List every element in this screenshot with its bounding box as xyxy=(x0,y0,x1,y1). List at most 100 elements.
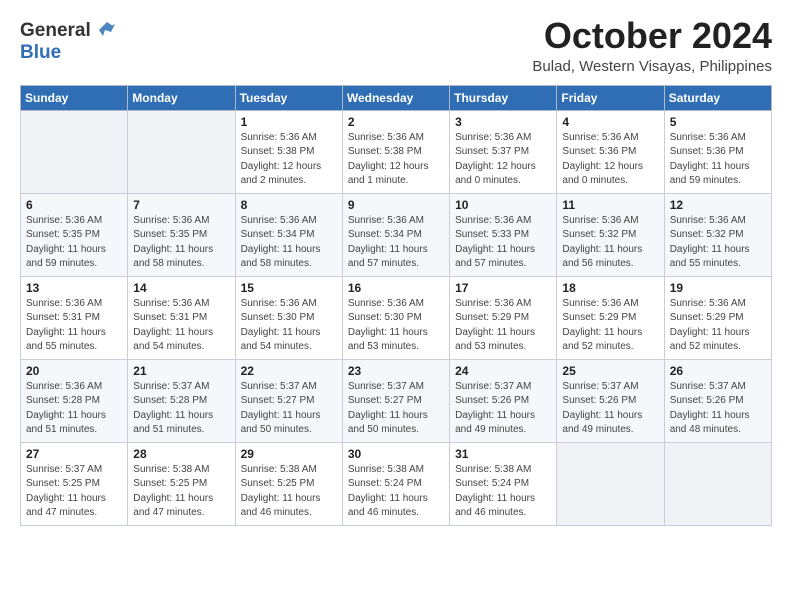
day-number: 24 xyxy=(455,364,551,378)
day-number: 20 xyxy=(26,364,122,378)
calendar-cell: 24 Sunrise: 5:37 AMSunset: 5:26 PMDayligh… xyxy=(450,359,557,442)
calendar-cell: 22 Sunrise: 5:37 AMSunset: 5:27 PMDayligh… xyxy=(235,359,342,442)
calendar-cell: 9Sunrise: 5:36 AMSunset: 5:34 PMDaylight… xyxy=(342,193,449,276)
calendar-week-row: 20Sunrise: 5:36 AMSunset: 5:28 PMDayligh… xyxy=(21,359,772,442)
day-number: 29 xyxy=(241,447,337,461)
cell-sun-info: Sunrise: 5:38 AMSunset: 5:25 PMDaylight:… xyxy=(241,463,337,521)
cell-sun-info: Sunrise: 5:36 AMSunset: 5:31 PMDaylight:… xyxy=(133,297,229,355)
calendar-cell: 1 Sunrise: 5:36 AMSunset: 5:38 PMDaylight… xyxy=(235,110,342,193)
weekday-header-monday: Monday xyxy=(128,85,235,110)
location-subtitle: Bulad, Western Visayas, Philippines xyxy=(532,58,772,75)
calendar-cell: 17 Sunrise: 5:36 AMSunset: 5:29 PMDayligh… xyxy=(450,276,557,359)
calendar-cell: 13Sunrise: 5:36 AMSunset: 5:31 PMDayligh… xyxy=(21,276,128,359)
day-number: 5 xyxy=(670,115,766,129)
calendar-cell: 10 Sunrise: 5:36 AMSunset: 5:33 PMDayligh… xyxy=(450,193,557,276)
cell-sun-info: Sunrise: 5:36 AMSunset: 5:33 PMDaylight:… xyxy=(455,214,551,272)
day-number: 15 xyxy=(241,281,337,295)
day-number: 11 xyxy=(562,198,658,212)
weekday-header-tuesday: Tuesday xyxy=(235,85,342,110)
calendar-cell: 12 Sunrise: 5:36 AMSunset: 5:32 PMDayligh… xyxy=(664,193,771,276)
weekday-header-wednesday: Wednesday xyxy=(342,85,449,110)
day-number: 16 xyxy=(348,281,444,295)
logo-blue-text: Blue xyxy=(20,42,61,63)
cell-sun-info: Sunrise: 5:36 AMSunset: 5:38 PMDaylight:… xyxy=(241,131,337,189)
cell-sun-info: Sunrise: 5:37 AMSunset: 5:28 PMDaylight:… xyxy=(133,380,229,438)
cell-sun-info: Sunrise: 5:36 AMSunset: 5:38 PMDaylight:… xyxy=(348,131,444,189)
cell-sun-info: Sunrise: 5:36 AMSunset: 5:30 PMDaylight:… xyxy=(241,297,337,355)
calendar-cell: 27Sunrise: 5:37 AMSunset: 5:25 PMDayligh… xyxy=(21,442,128,525)
day-number: 12 xyxy=(670,198,766,212)
day-number: 30 xyxy=(348,447,444,461)
calendar-cell: 14 Sunrise: 5:36 AMSunset: 5:31 PMDayligh… xyxy=(128,276,235,359)
calendar-cell: 16 Sunrise: 5:36 AMSunset: 5:30 PMDayligh… xyxy=(342,276,449,359)
cell-sun-info: Sunrise: 5:36 AMSunset: 5:30 PMDaylight:… xyxy=(348,297,444,355)
cell-sun-info: Sunrise: 5:36 AMSunset: 5:36 PMDaylight:… xyxy=(670,131,766,189)
calendar-cell xyxy=(557,442,664,525)
title-area: October 2024 Bulad, Western Visayas, Phi… xyxy=(532,16,772,75)
calendar-cell: 5 Sunrise: 5:36 AMSunset: 5:36 PMDaylight… xyxy=(664,110,771,193)
calendar-cell: 26 Sunrise: 5:37 AMSunset: 5:26 PMDayligh… xyxy=(664,359,771,442)
calendar-cell: 28Sunrise: 5:38 AMSunset: 5:25 PMDayligh… xyxy=(128,442,235,525)
calendar-cell xyxy=(664,442,771,525)
calendar-table: SundayMondayTuesdayWednesdayThursdayFrid… xyxy=(20,85,772,526)
weekday-header-saturday: Saturday xyxy=(664,85,771,110)
day-number: 14 xyxy=(133,281,229,295)
weekday-header-friday: Friday xyxy=(557,85,664,110)
day-number: 22 xyxy=(241,364,337,378)
calendar-cell: 18 Sunrise: 5:36 AMSunset: 5:29 PMDayligh… xyxy=(557,276,664,359)
calendar-cell: 7Sunrise: 5:36 AMSunset: 5:35 PMDaylight… xyxy=(128,193,235,276)
day-number: 4 xyxy=(562,115,658,129)
day-number: 21 xyxy=(133,364,229,378)
month-title: October 2024 xyxy=(532,16,772,56)
cell-sun-info: Sunrise: 5:36 AMSunset: 5:29 PMDaylight:… xyxy=(670,297,766,355)
calendar-cell: 11 Sunrise: 5:36 AMSunset: 5:32 PMDayligh… xyxy=(557,193,664,276)
cell-sun-info: Sunrise: 5:37 AMSunset: 5:26 PMDaylight:… xyxy=(670,380,766,438)
day-number: 31 xyxy=(455,447,551,461)
cell-sun-info: Sunrise: 5:36 AMSunset: 5:36 PMDaylight:… xyxy=(562,131,658,189)
calendar-cell: 2Sunrise: 5:36 AMSunset: 5:38 PMDaylight… xyxy=(342,110,449,193)
cell-sun-info: Sunrise: 5:37 AMSunset: 5:27 PMDaylight:… xyxy=(241,380,337,438)
day-number: 25 xyxy=(562,364,658,378)
calendar-cell: 6 Sunrise: 5:36 AMSunset: 5:35 PMDaylight… xyxy=(21,193,128,276)
day-number: 8 xyxy=(241,198,337,212)
calendar-cell: 15 Sunrise: 5:36 AMSunset: 5:30 PMDayligh… xyxy=(235,276,342,359)
calendar-cell: 21 Sunrise: 5:37 AMSunset: 5:28 PMDayligh… xyxy=(128,359,235,442)
day-number: 18 xyxy=(562,281,658,295)
calendar-cell: 20Sunrise: 5:36 AMSunset: 5:28 PMDayligh… xyxy=(21,359,128,442)
calendar-cell xyxy=(21,110,128,193)
day-number: 19 xyxy=(670,281,766,295)
logo-general-text: General xyxy=(20,20,91,42)
day-number: 9 xyxy=(348,198,444,212)
calendar-cell: 19 Sunrise: 5:36 AMSunset: 5:29 PMDayligh… xyxy=(664,276,771,359)
cell-sun-info: Sunrise: 5:37 AMSunset: 5:27 PMDaylight:… xyxy=(348,380,444,438)
day-number: 3 xyxy=(455,115,551,129)
weekday-header-thursday: Thursday xyxy=(450,85,557,110)
logo: General Blue xyxy=(20,20,115,64)
day-number: 17 xyxy=(455,281,551,295)
day-number: 26 xyxy=(670,364,766,378)
day-number: 6 xyxy=(26,198,122,212)
calendar-cell: 29 Sunrise: 5:38 AMSunset: 5:25 PMDayligh… xyxy=(235,442,342,525)
cell-sun-info: Sunrise: 5:38 AMSunset: 5:24 PMDaylight:… xyxy=(348,463,444,521)
cell-sun-info: Sunrise: 5:36 AMSunset: 5:29 PMDaylight:… xyxy=(562,297,658,355)
cell-sun-info: Sunrise: 5:36 AMSunset: 5:31 PMDaylight:… xyxy=(26,297,122,355)
calendar-week-row: 27Sunrise: 5:37 AMSunset: 5:25 PMDayligh… xyxy=(21,442,772,525)
cell-sun-info: Sunrise: 5:36 AMSunset: 5:32 PMDaylight:… xyxy=(670,214,766,272)
day-number: 1 xyxy=(241,115,337,129)
cell-sun-info: Sunrise: 5:36 AMSunset: 5:37 PMDaylight:… xyxy=(455,131,551,189)
day-number: 27 xyxy=(26,447,122,461)
cell-sun-info: Sunrise: 5:36 AMSunset: 5:35 PMDaylight:… xyxy=(26,214,122,272)
cell-sun-info: Sunrise: 5:38 AMSunset: 5:25 PMDaylight:… xyxy=(133,463,229,521)
logo-bird-icon xyxy=(93,20,115,38)
cell-sun-info: Sunrise: 5:36 AMSunset: 5:32 PMDaylight:… xyxy=(562,214,658,272)
weekday-header-sunday: Sunday xyxy=(21,85,128,110)
calendar-week-row: 6 Sunrise: 5:36 AMSunset: 5:35 PMDaylight… xyxy=(21,193,772,276)
calendar-week-row: 1 Sunrise: 5:36 AMSunset: 5:38 PMDaylight… xyxy=(21,110,772,193)
calendar-cell: 30 Sunrise: 5:38 AMSunset: 5:24 PMDayligh… xyxy=(342,442,449,525)
page-header: General Blue October 2024 Bulad, Western… xyxy=(20,16,772,75)
day-number: 10 xyxy=(455,198,551,212)
cell-sun-info: Sunrise: 5:37 AMSunset: 5:26 PMDaylight:… xyxy=(455,380,551,438)
cell-sun-info: Sunrise: 5:36 AMSunset: 5:29 PMDaylight:… xyxy=(455,297,551,355)
calendar-cell xyxy=(128,110,235,193)
calendar-cell: 25Sunrise: 5:37 AMSunset: 5:26 PMDayligh… xyxy=(557,359,664,442)
